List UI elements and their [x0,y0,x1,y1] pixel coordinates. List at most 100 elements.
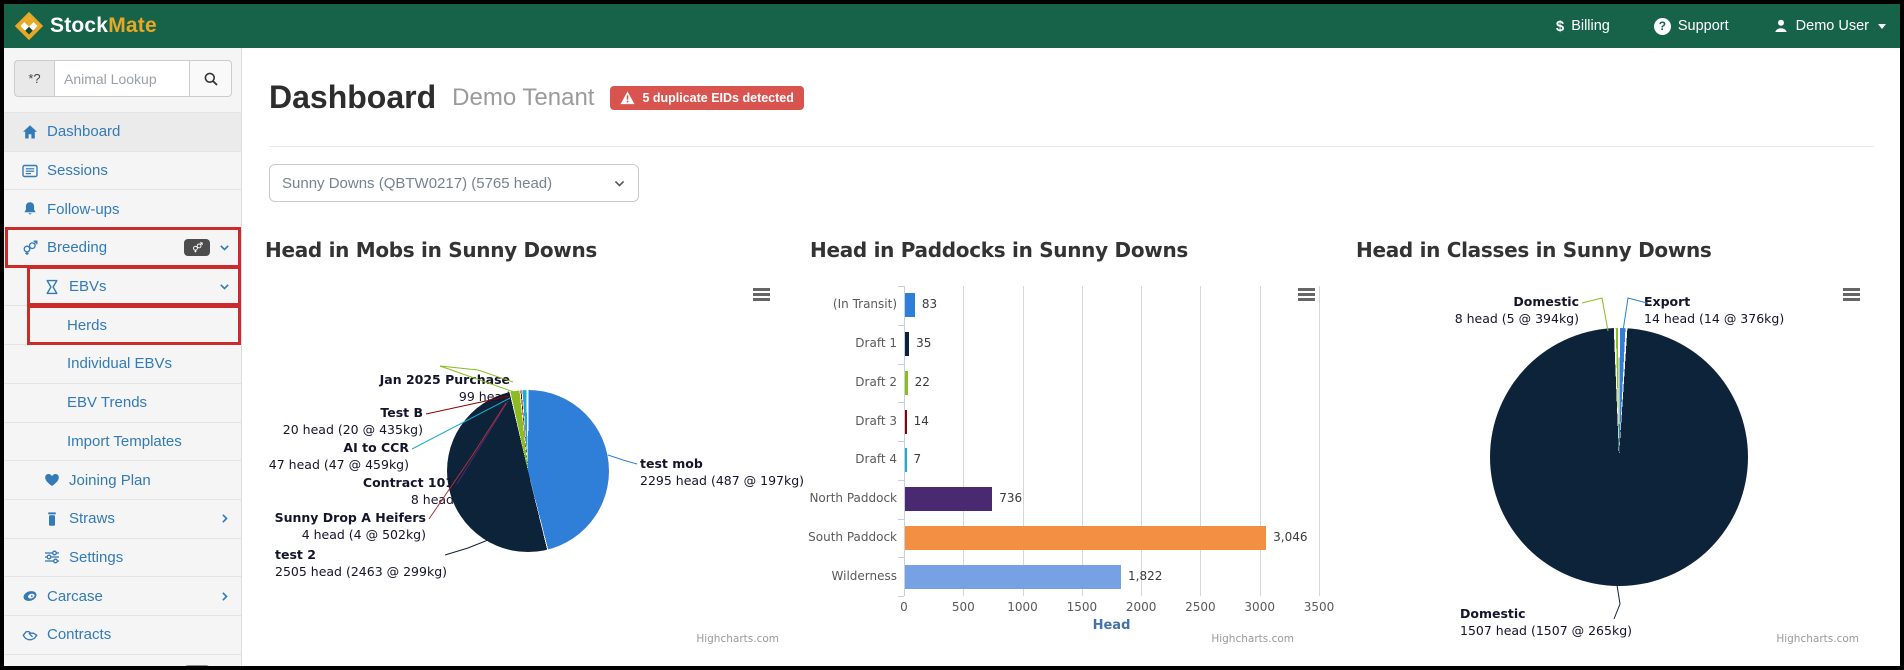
bar-value-draft-4: 7 [913,452,922,467]
highcharts-credit-2[interactable]: Highcharts.com [1211,633,1294,645]
bar-axis-tick [898,596,904,597]
chart-title-2: Head in Paddocks in Sunny Downs [810,238,1188,262]
pie-slice-label-test-mob: test mob 2295 head (487 @ 197kg) [640,456,805,488]
bar-value-draft-3: 14 [913,413,929,428]
chevron-right-icon [218,590,231,603]
bar-category-north-paddock: North Paddock [809,491,897,506]
bar-value-draft-2: 22 [914,374,930,389]
sidebar-item-follow-ups[interactable]: Follow-ups [4,189,241,229]
animal-lookup-input[interactable] [54,60,190,97]
sidebar-item-straws[interactable]: Straws [4,498,241,538]
bar-draft-2[interactable] [905,370,908,395]
sidebar-item-carcase[interactable]: Carcase [4,576,241,615]
pie-chart-3[interactable] [1490,328,1748,586]
bar-xtick-0: 0 [900,600,908,614]
chart-title-3: Head in Classes in Sunny Downs [1356,238,1712,262]
sidebar-item-label: EBVs [69,278,107,296]
bar-value-in-transit: 83 [921,297,938,312]
divider [269,146,1874,147]
pie-slice-label-domestic: Domestic 1507 head (1507 @ 265kg) [1460,606,1633,638]
animal-lookup-group: *? [14,60,232,97]
search-icon [203,71,219,87]
wildcard-hint-button[interactable]: *? [14,60,54,97]
sidebar-item-label: Settings [69,548,124,566]
sidebar-item-joining-plan[interactable]: Joining Plan [4,460,241,499]
support-label: Support [1677,18,1729,34]
home-icon [22,124,39,140]
bell-icon [22,201,39,217]
user-menu-button[interactable]: Demo User [1773,18,1886,34]
bar-draft-4[interactable] [905,448,907,473]
question-circle-icon: ? [1653,17,1671,35]
search-button[interactable] [190,60,232,97]
sidebar-item-contracts[interactable]: Contracts [4,614,241,654]
sidebar-item-label: Joining Plan [69,471,151,489]
bar-value-draft-1: 35 [916,336,932,351]
bar-axis-tick [898,402,904,404]
sidebar-item-financial[interactable]: $ Financial $ [4,653,241,670]
hourglass-icon [44,279,61,295]
bar-category-draft-1: Draft 1 [855,336,897,351]
bar-axis-tick [898,286,904,287]
handshake-icon [22,627,39,643]
user-label: Demo User [1795,18,1869,34]
meat-icon [22,588,39,604]
bar-xtick-2500: 2500 [1185,600,1216,614]
sidebar-item-label: Carcase [47,587,103,605]
pie-slice-label-contract-101: Contract 101 8 head [362,475,454,507]
bar-in-transit[interactable] [905,293,915,318]
duplicate-eids-alert[interactable]: 5 duplicate EIDs detected [610,85,804,110]
sidebar-item-herds[interactable]: Herds [4,305,241,345]
bar-draft-3[interactable] [905,409,907,434]
sidebar-item-sessions[interactable]: Sessions [4,150,241,190]
bar-axis-tick [898,441,904,442]
bar-axis-tick [898,518,904,520]
bar-draft-1[interactable] [905,332,910,357]
sidebar-item-label: Sessions [47,162,108,180]
sessions-icon [22,163,39,179]
sidebar-nav: Dashboard Sessions Follow-ups Breeding EBVs H… [4,112,241,670]
billing-label: Billing [1571,18,1610,34]
bar-xtick-1500: 1500 [1066,600,1098,614]
sidebar-item-individual-ebvs[interactable]: Individual EBVs [4,344,241,383]
brand-text-mate: Mate [108,14,157,37]
chart-context-menu-3[interactable] [1843,288,1860,301]
chevron-down-icon [218,241,231,254]
sidebar-item-label: Contracts [47,626,112,644]
sidebar-item-settings[interactable]: Settings [4,537,241,577]
svg-text:$: $ [26,665,35,670]
page-header: Dashboard Demo Tenant 5 duplicate EIDs d… [269,79,804,116]
bar-north-paddock[interactable] [905,487,993,512]
pie-slice-label-test-b: Test B 20 head (20 @ 435kg) [282,405,423,437]
bar-wilderness[interactable] [905,564,1122,589]
bar-axis-tick [898,324,904,326]
pie-slice-label-sunny-drop-a-heifers: Sunny Drop A Heifers 4 head (4 @ 502kg) [274,510,426,542]
highcharts-credit-3[interactable]: Highcharts.com [1776,633,1859,645]
bar-gridline-3500 [1319,286,1320,596]
chart-context-menu-2[interactable] [1298,288,1315,301]
heart-icon [44,472,61,488]
billing-button[interactable]: $ Billing [1556,18,1610,35]
tenant-name: Demo Tenant [452,83,595,111]
bar-axis-tick [898,363,904,365]
sidebar-item-ebv-trends[interactable]: EBV Trends [4,382,241,422]
chart-context-menu-1[interactable] [753,288,770,301]
pie-slice-label-domestic: Domestic 8 head (5 @ 394kg) [1454,294,1579,326]
chevron-down-icon [613,177,626,190]
highcharts-credit-1[interactable]: Highcharts.com [696,633,779,645]
sidebar-item-breeding[interactable]: Breeding [4,228,241,267]
pie-slice-label-export: Export 14 head (14 @ 376kg) [1644,294,1785,326]
pie-chart-1[interactable] [447,390,609,552]
chevron-right-icon [218,512,231,525]
property-selector[interactable]: Sunny Downs (QBTW0217) (5765 head) [269,164,639,202]
bar-value-south-paddock: 3,046 [1273,529,1308,544]
bar-south-paddock[interactable] [905,525,1267,550]
sidebar-item-dashboard[interactable]: Dashboard [4,112,241,151]
bar-category-draft-3: Draft 3 [855,413,897,428]
sidebar-item-ebvs[interactable]: EBVs [4,266,241,306]
support-button[interactable]: ? Support [1653,17,1729,35]
chart-title-1: Head in Mobs in Sunny Downs [265,238,597,262]
brand-logo[interactable]: StockMate [14,11,157,41]
dollar-icon: $ [22,665,39,670]
sidebar-item-import-templates[interactable]: Import Templates [4,421,241,461]
